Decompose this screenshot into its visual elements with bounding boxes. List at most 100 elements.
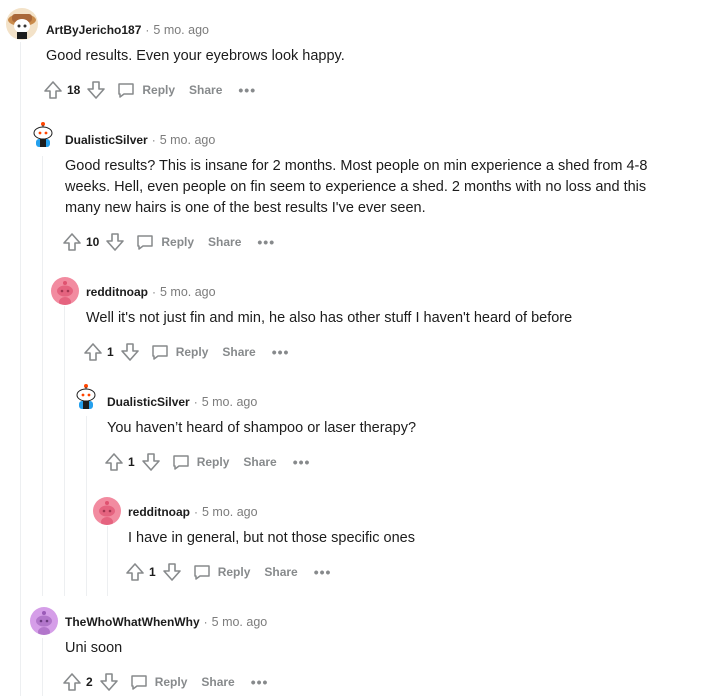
timestamp[interactable]: 5 mo. ago [160, 133, 216, 147]
reply-label: Reply [142, 83, 176, 97]
share-button[interactable]: Share [243, 455, 276, 469]
comment-body: Good results. Even your eyebrows look ha… [46, 48, 345, 64]
timestamp[interactable]: 5 mo. ago [202, 395, 258, 409]
comment-header: TheWhoWhatWhenWhy · 5 mo. ago [65, 612, 267, 632]
avatar[interactable] [72, 382, 100, 410]
vote-score: 1 [128, 455, 135, 469]
timestamp[interactable]: 5 mo. ago [202, 505, 258, 519]
upvote-icon[interactable] [62, 672, 82, 692]
comment-body: I have in general, but not those specifi… [128, 530, 415, 546]
username-link[interactable]: ArtByJericho187 [46, 23, 141, 37]
timestamp[interactable]: 5 mo. ago [160, 285, 216, 299]
upvote-icon[interactable] [83, 342, 103, 362]
reply-button[interactable]: Reply [135, 232, 194, 252]
separator-dot: · [203, 615, 208, 629]
comment-body: You haven’t heard of shampoo or laser th… [107, 420, 417, 436]
comment-body: Uni soon [65, 640, 123, 656]
downvote-icon[interactable] [120, 342, 140, 362]
thread-line[interactable] [86, 416, 87, 596]
reply-button[interactable]: Reply [116, 80, 175, 100]
thread-line[interactable] [107, 526, 108, 596]
comment-actions: 18 Reply Share ••• [43, 78, 256, 102]
comment-actions: 2 Reply Share ••• [62, 670, 268, 694]
avatar[interactable] [30, 607, 58, 635]
username-link[interactable]: TheWhoWhatWhenWhy [65, 615, 200, 629]
reply-button[interactable]: Reply [150, 342, 209, 362]
timestamp[interactable]: 5 mo. ago [212, 615, 268, 629]
reply-label: Reply [161, 235, 195, 249]
vote-score: 2 [86, 675, 93, 689]
comment-header: redditnoap · 5 mo. ago [86, 282, 216, 302]
upvote-icon[interactable] [104, 452, 124, 472]
avatar[interactable] [51, 277, 79, 305]
thread-line[interactable] [64, 306, 65, 596]
comment-body: Good results? This is insane for 2 month… [65, 158, 648, 216]
chat-bubble-icon [151, 345, 168, 360]
comment-body: Well it's not just fin and min, he also … [86, 310, 573, 326]
snoo-avatar-icon [33, 122, 53, 147]
reply-label: Reply [196, 455, 230, 469]
username-link[interactable]: DualisticSilver [107, 395, 190, 409]
snoo-avatar-icon [99, 501, 115, 525]
avatar[interactable] [93, 497, 121, 525]
vote-score: 1 [107, 345, 114, 359]
downvote-icon[interactable] [141, 452, 161, 472]
thread-line[interactable] [42, 638, 43, 696]
comment-header: DualisticSilver · 5 mo. ago [65, 130, 215, 150]
share-button[interactable]: Share [222, 345, 255, 359]
reply-button[interactable]: Reply [171, 452, 230, 472]
reply-button[interactable]: Reply [129, 672, 188, 692]
upvote-icon[interactable] [43, 80, 63, 100]
snoo-avatar-icon [8, 14, 36, 39]
username-link[interactable]: DualisticSilver [65, 133, 148, 147]
comment-header: ArtByJericho187 · 5 mo. ago [46, 20, 209, 40]
chat-bubble-icon [130, 675, 147, 690]
vote-score: 1 [149, 565, 156, 579]
comment-header: DualisticSilver · 5 mo. ago [107, 392, 257, 412]
separator-dot: · [152, 285, 156, 299]
username-link[interactable]: redditnoap [86, 285, 148, 299]
chat-bubble-icon [172, 455, 189, 470]
more-options-button[interactable]: ••• [314, 565, 332, 579]
reply-button[interactable]: Reply [192, 562, 251, 582]
vote-score: 10 [86, 235, 100, 249]
comment-actions: 1 Reply Share ••• [83, 340, 289, 364]
username-link[interactable]: redditnoap [128, 505, 190, 519]
separator-dot: · [151, 133, 156, 147]
reply-label: Reply [217, 565, 251, 579]
more-options-button[interactable]: ••• [238, 83, 256, 97]
more-options-button[interactable]: ••• [257, 235, 275, 249]
downvote-icon[interactable] [162, 562, 182, 582]
share-button[interactable]: Share [201, 675, 234, 689]
chat-bubble-icon [137, 235, 154, 250]
avatar[interactable] [6, 8, 38, 40]
thread-line[interactable] [20, 42, 21, 696]
separator-dot: · [193, 395, 198, 409]
more-options-button[interactable]: ••• [293, 455, 311, 469]
more-options-button[interactable]: ••• [251, 675, 269, 689]
more-options-button[interactable]: ••• [272, 345, 290, 359]
reply-label: Reply [154, 675, 188, 689]
timestamp[interactable]: 5 mo. ago [153, 23, 209, 37]
downvote-icon[interactable] [86, 80, 106, 100]
avatar[interactable] [29, 120, 57, 148]
chat-bubble-icon [118, 83, 135, 98]
snoo-avatar-icon [57, 281, 73, 305]
share-button[interactable]: Share [264, 565, 297, 579]
snoo-avatar-icon [36, 611, 52, 635]
vote-score: 18 [67, 83, 81, 97]
downvote-icon[interactable] [105, 232, 125, 252]
reply-label: Reply [175, 345, 209, 359]
downvote-icon[interactable] [99, 672, 119, 692]
snoo-avatar-icon [76, 384, 96, 409]
comment-actions: 1 Reply Share ••• [104, 450, 310, 474]
upvote-icon[interactable] [62, 232, 82, 252]
share-button[interactable]: Share [189, 83, 222, 97]
comment-actions: 1 Reply Share ••• [125, 560, 331, 584]
comment-header: redditnoap · 5 mo. ago [128, 502, 258, 522]
thread-line[interactable] [42, 156, 43, 596]
share-button[interactable]: Share [208, 235, 241, 249]
upvote-icon[interactable] [125, 562, 145, 582]
comment-actions: 10 Reply Share ••• [62, 230, 275, 254]
separator-dot: · [145, 23, 150, 37]
